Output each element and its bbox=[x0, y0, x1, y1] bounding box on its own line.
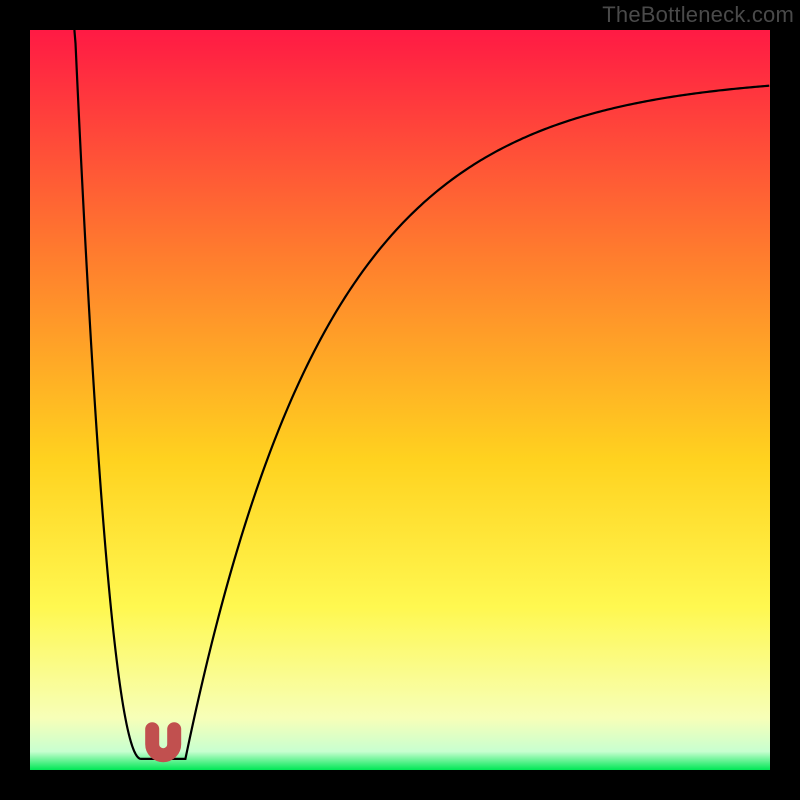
chart-frame: TheBottleneck.com bbox=[0, 0, 800, 800]
gradient-background bbox=[30, 30, 770, 770]
bottleneck-chart bbox=[30, 30, 770, 770]
watermark-text: TheBottleneck.com bbox=[602, 2, 794, 28]
plot-area bbox=[30, 30, 770, 770]
